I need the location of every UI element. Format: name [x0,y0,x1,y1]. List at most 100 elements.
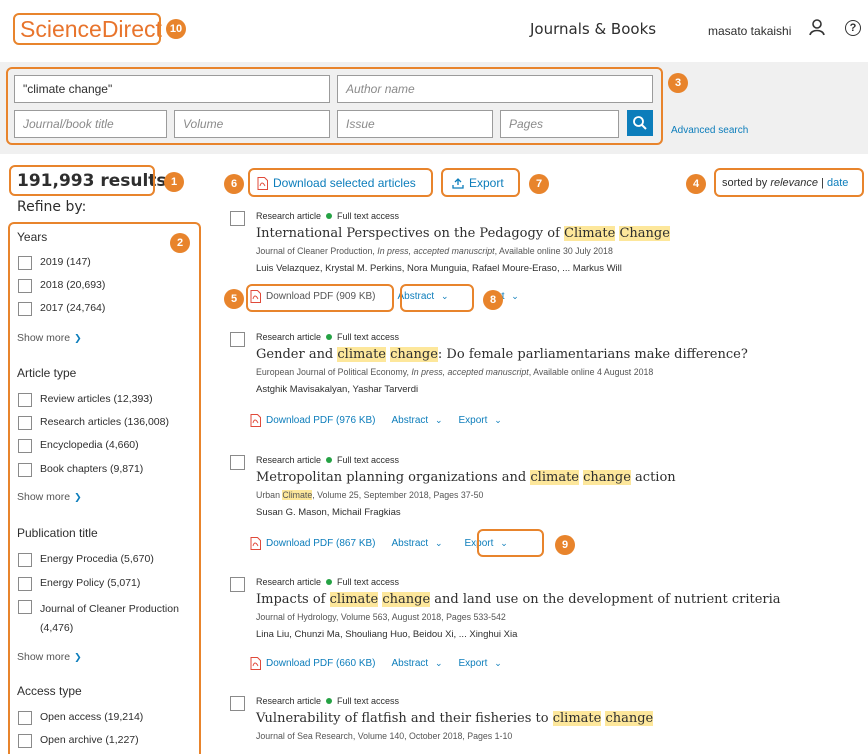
chevron-down-icon: ❯ [74,652,82,662]
access-dot-icon [326,457,333,463]
result-title-link[interactable]: International Perspectives on the Pedago… [256,226,670,241]
callout-badge-8: 8 [483,290,503,310]
show-more-article-type[interactable]: Show more ❯ [17,491,82,503]
result-checkbox[interactable] [230,211,245,226]
checkbox[interactable] [18,577,32,591]
callout-badge-3: 3 [668,73,688,93]
checkbox[interactable] [18,279,32,293]
result-source: Urban Climate, Volume 25, September 2018… [256,490,484,500]
callout-box-sort [714,168,864,197]
filter-year-2019[interactable]: 2019 (147) [18,256,91,270]
chevron-down-icon: ⌄ [511,291,519,301]
callout-box-results-count [9,165,155,196]
result-checkbox[interactable] [230,332,245,347]
result-source: Journal of Sea Research, Volume 140, Oct… [256,731,513,741]
abstract-toggle[interactable]: Abstract ⌄ [392,658,443,669]
filter-research-articles[interactable]: Research articles (136,008) [18,416,169,430]
chevron-down-icon: ⌄ [494,658,502,668]
filter-journal-cleaner-production[interactable]: Journal of Cleaner Production (4,476) [18,600,188,638]
export-toggle[interactable]: Export ⌄ [459,415,502,426]
checkbox[interactable] [18,553,32,567]
access-dot-icon [326,698,333,704]
chevron-down-icon: ⌄ [494,415,502,425]
pdf-icon [250,414,261,427]
refine-by-heading: Refine by: [17,199,87,215]
callout-badge-6: 6 [224,174,244,194]
result-authors: Luis Velazquez, Krystal M. Perkins, Nora… [256,263,622,274]
result-checkbox[interactable] [230,577,245,592]
download-pdf-link[interactable]: Download PDF (660 KB) [250,657,376,670]
chevron-down-icon: ❯ [74,333,82,343]
result-title-link[interactable]: Vulnerability of flatfish and their fish… [256,711,654,726]
filter-energy-procedia[interactable]: Energy Procedia (5,670) [18,553,154,567]
checkbox[interactable] [18,393,32,407]
filter-energy-policy[interactable]: Energy Policy (5,071) [18,577,140,591]
result-authors: Astghik Mavisakalyan, Yashar Tarverdi [256,384,419,395]
pdf-icon [250,657,261,670]
pdf-icon [250,537,261,550]
result-title-link[interactable]: Impacts of climate change and land use o… [256,592,781,607]
result-item-4: Research article Full text access Impacts… [230,577,850,677]
access-dot-icon [326,579,333,585]
callout-badge-5: 5 [224,289,244,309]
callout-badge-7: 7 [529,174,549,194]
result-title-link[interactable]: Metropolitan planning organizations and … [256,470,676,485]
callout-box-abstract [400,284,474,312]
access-dot-icon [326,334,333,340]
result-item-5: Research article Full text access Vulnera… [230,696,850,754]
filter-year-2018[interactable]: 2018 (20,693) [18,279,105,293]
result-checkbox[interactable] [230,455,245,470]
callout-badge-1: 1 [164,172,184,192]
advanced-search-link[interactable]: Advanced search [671,125,748,136]
result-checkbox[interactable] [230,696,245,711]
checkbox[interactable] [18,302,32,316]
result-item-2: Research article Full text access Gender … [230,332,850,432]
filter-encyclopedia[interactable]: Encyclopedia (4,660) [18,439,139,453]
checkbox[interactable] [18,734,32,748]
callout-box-export [441,168,520,197]
download-pdf-link[interactable]: Download PDF (976 KB) [250,414,376,427]
callout-box-download-pdf [246,284,394,312]
filter-year-2017[interactable]: 2017 (24,764) [18,302,105,316]
checkbox[interactable] [18,439,32,453]
chevron-down-icon: ⌄ [434,538,443,548]
filter-heading-years: Years [17,230,48,244]
access-dot-icon [326,213,333,219]
filter-open-archive[interactable]: Open archive (1,227) [18,734,139,748]
abstract-toggle[interactable]: Abstract ⌄ [392,415,443,426]
filter-heading-access-type: Access type [17,684,82,698]
checkbox[interactable] [18,416,32,430]
checkbox[interactable] [18,600,32,614]
result-source: Journal of Cleaner Production, In press,… [256,246,613,256]
person-icon[interactable] [808,18,826,41]
download-pdf-link[interactable]: Download PDF (867 KB) [250,537,376,550]
user-name[interactable]: masato takaishi [708,24,791,38]
callout-box-logo [13,13,161,45]
checkbox[interactable] [18,711,32,725]
journals-books-link[interactable]: Journals & Books [530,20,656,38]
result-authors: Lina Liu, Chunzi Ma, Shouliang Huo, Beid… [256,629,518,640]
show-more-publication-title[interactable]: Show more ❯ [17,651,82,663]
chevron-down-icon: ⌄ [434,658,443,668]
callout-badge-4: 4 [686,174,706,194]
result-source: European Journal of Political Economy, I… [256,367,654,377]
result-source: Journal of Hydrology, Volume 563, August… [256,612,506,622]
show-more-years[interactable]: Show more ❯ [17,332,82,344]
filter-review-articles[interactable]: Review articles (12,393) [18,393,153,407]
export-toggle[interactable]: Export ⌄ [459,658,502,669]
callout-badge-2: 2 [170,233,190,253]
callout-box-search [6,67,663,145]
chevron-down-icon: ❯ [74,492,82,502]
callout-badge-9: 9 [555,535,575,555]
help-icon[interactable]: ? [845,20,861,36]
filter-heading-article-type: Article type [17,366,77,380]
filter-open-access[interactable]: Open access (19,214) [18,711,143,725]
checkbox[interactable] [18,256,32,270]
filter-book-chapters[interactable]: Book chapters (9,871) [18,463,143,477]
result-title-link[interactable]: Gender and climate change: Do female par… [256,347,748,362]
checkbox[interactable] [18,463,32,477]
callout-badge-10: 10 [166,19,186,39]
filter-heading-publication-title: Publication title [17,526,98,540]
abstract-toggle[interactable]: Abstract ⌄ [392,538,443,549]
result-authors: Susan G. Mason, Michail Fragkias [256,507,401,518]
